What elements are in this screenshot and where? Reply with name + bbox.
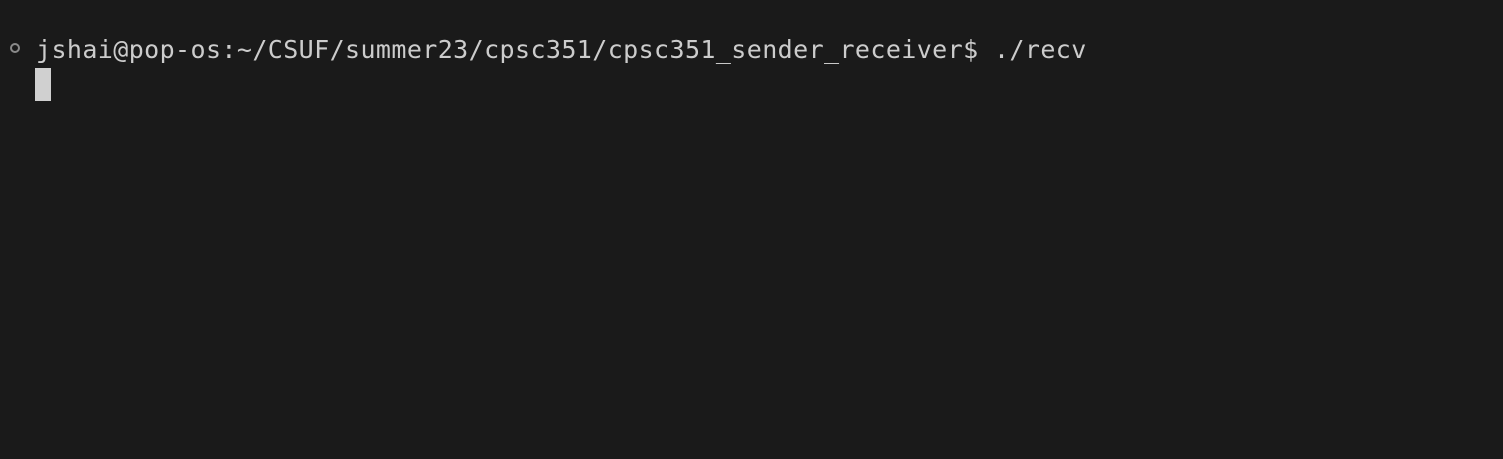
prompt-text: jshai@pop-os:~/CSUF/summer23/cpsc351/cps… — [36, 35, 979, 64]
terminal-cursor — [35, 68, 51, 101]
command-text: ./recv — [978, 35, 1087, 64]
command-line: jshai@pop-os:~/CSUF/summer23/cpsc351/cps… — [36, 33, 1087, 67]
command-decoration-circle-icon[interactable] — [10, 43, 20, 53]
terminal-panel[interactable]: jshai@pop-os:~/CSUF/summer23/cpsc351/cps… — [0, 0, 1503, 459]
